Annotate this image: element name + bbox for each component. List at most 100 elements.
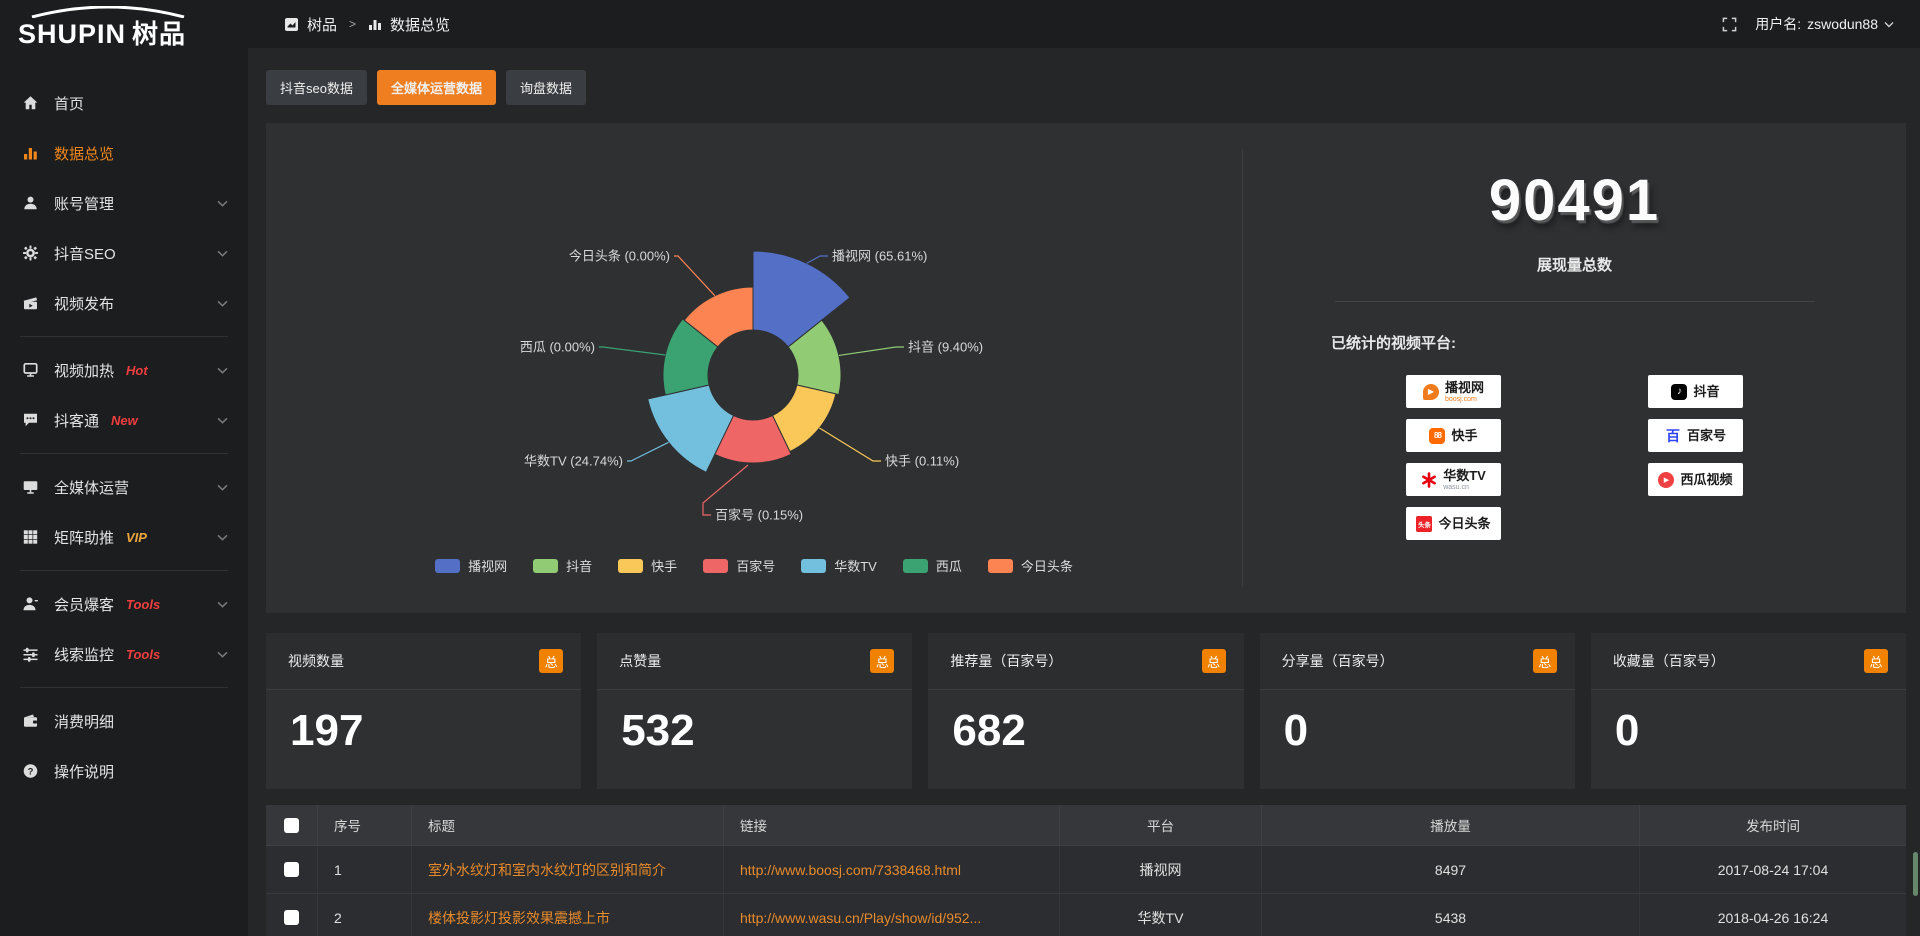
scrollbar-thumb[interactable] [1913,852,1918,896]
legend-label: 华数TV [834,556,877,575]
gear-icon [20,244,40,262]
sidebar-item-label: 视频加热 [54,360,114,381]
sidebar-divider [20,336,228,337]
legend-item[interactable]: 抖音 [533,556,592,575]
sidebar-item-grid[interactable]: 矩阵助推VIP [0,512,248,562]
sidebar: SHUPIN树品 首页数据总览账号管理抖音SEO视频发布视频加热Hot抖客通Ne… [0,0,248,936]
row-checkbox[interactable] [284,862,299,877]
column-header-2[interactable]: 链接 [724,805,1060,845]
tab-0[interactable]: 抖音seo数据 [266,70,367,105]
column-header-4[interactable]: 播放量 [1262,805,1640,845]
sidebar-item-user[interactable]: 账号管理 [0,178,248,228]
pie-label: 西瓜 (0.00%) [520,340,595,355]
row-plays: 8497 [1262,846,1640,893]
platform-badges-col-1: ▶播视网boosj.com88快手华数TVwasu.cn头条今日头条 [1406,375,1501,540]
table-row: 1室外水纹灯和室内水纹灯的区别和简介http://www.boosj.com/7… [266,846,1906,894]
column-header-5[interactable]: 发布时间 [1640,805,1906,845]
question-icon: ? [20,762,40,780]
chevron-down-icon [217,200,228,207]
sidebar-item-wallet[interactable]: 消费明细 [0,696,248,746]
legend-swatch [988,559,1013,573]
sidebar-item-monitor[interactable]: 全媒体运营 [0,462,248,512]
legend-item[interactable]: 华数TV [801,556,877,575]
pie-label-line [627,442,669,461]
sidebar-item-member[interactable]: 会员爆客Tools [0,579,248,629]
kuaishou-logo: 88 [1429,428,1445,444]
sidebar-item-chart-bar[interactable]: 数据总览 [0,128,248,178]
platform-name: 今日头条 [1438,517,1490,530]
column-header-0[interactable]: 序号 [318,805,412,845]
user-menu[interactable]: 用户名: zswodun88 [1755,14,1894,34]
total-badge[interactable]: 总 [1864,649,1888,673]
sidebar-item-home[interactable]: 首页 [0,78,248,128]
row-url-link[interactable]: http://www.boosj.com/7338468.html [724,846,1060,893]
chart-legend: 播视网 抖音 快手 百家号 华数TV 西瓜 今日头条 [266,556,1242,575]
stat-card-title: 视频数量 [288,651,344,671]
pie-sector-0[interactable] [753,251,850,347]
sidebar-item-label: 线索监控 [54,644,114,665]
user-icon [20,194,40,212]
total-badge[interactable]: 总 [539,649,563,673]
sidebar-item-chat[interactable]: 抖客通New [0,395,248,445]
sidebar-item-gear[interactable]: 抖音SEO [0,228,248,278]
row-select-cell [266,894,318,936]
chevron-down-icon [217,534,228,541]
legend-label: 快手 [651,556,677,575]
row-platform: 播视网 [1060,846,1262,893]
tab-1[interactable]: 全媒体运营数据 [377,70,496,105]
chevron-down-icon [217,250,228,257]
wasu-logo [1421,472,1437,488]
row-plays: 5438 [1262,894,1640,936]
row-checkbox[interactable] [284,910,299,925]
fullscreen-icon[interactable] [1722,17,1737,32]
sidebar-item-sliders[interactable]: 线索监控Tools [0,629,248,679]
legend-label: 西瓜 [936,556,962,575]
legend-swatch [533,559,558,573]
legend-item[interactable]: 西瓜 [903,556,962,575]
logo-arc [28,6,188,18]
tab-2[interactable]: 询盘数据 [506,70,586,105]
total-badge[interactable]: 总 [1202,649,1226,673]
total-badge[interactable]: 总 [1533,649,1557,673]
legend-swatch [703,559,728,573]
sidebar-item-heat-monitor[interactable]: 视频加热Hot [0,345,248,395]
sidebar-item-video-publish[interactable]: 视频发布 [0,278,248,328]
stat-card-header: 视频数量 总 [266,633,581,690]
row-published: 2018-04-26 16:24 [1640,894,1906,936]
row-title-link[interactable]: 室外水纹灯和室内水纹灯的区别和简介 [412,846,724,893]
sidebar-item-label: 全媒体运营 [54,477,129,498]
legend-item[interactable]: 播视网 [435,556,507,575]
legend-label: 播视网 [468,556,507,575]
column-header-3[interactable]: 平台 [1060,805,1262,845]
legend-swatch [801,559,826,573]
monitor-icon [20,478,40,496]
select-all-checkbox[interactable] [284,818,299,833]
stat-card-value: 0 [1591,690,1906,756]
sidebar-divider [20,687,228,688]
pie-label: 抖音 (9.40%) [908,340,983,355]
total-badge[interactable]: 总 [870,649,894,673]
pie-label: 百家号 (0.15%) [715,508,803,523]
legend-item[interactable]: 快手 [618,556,677,575]
legend-swatch [618,559,643,573]
row-url-link[interactable]: http://www.wasu.cn/Play/show/id/952... [724,894,1060,936]
stat-card-header: 收藏量（百家号）总 [1591,633,1906,690]
baijiahao-logo: 百 [1665,428,1681,444]
overview-panel: 90491 展现量总数 已统计的视频平台: ▶播视网boosj.com88快手华… [1243,123,1906,613]
platform-badge-baijiahao: 百百家号 [1648,419,1743,452]
heat-monitor-icon [20,361,40,379]
row-published: 2017-08-24 17:04 [1640,846,1906,893]
sidebar-item-question[interactable]: ?操作说明 [0,746,248,796]
legend-item[interactable]: 百家号 [703,556,775,575]
platform-badges-col-2: ♪抖音百百家号▶西瓜视频 [1648,375,1743,540]
pie-sector-4[interactable] [648,385,734,472]
wallet-icon [20,712,40,730]
pie-label: 播视网 (65.61%) [832,249,927,264]
stat-card-header: 分享量（百家号）总 [1260,633,1575,690]
breadcrumb-root[interactable]: 树品 [307,14,337,35]
column-header-1[interactable]: 标题 [412,805,724,845]
row-title-link[interactable]: 楼体投影灯投影效果震撼上市 [412,894,724,936]
chat-icon [20,411,40,429]
pie-label-line [839,347,904,355]
legend-item[interactable]: 今日头条 [988,556,1073,575]
